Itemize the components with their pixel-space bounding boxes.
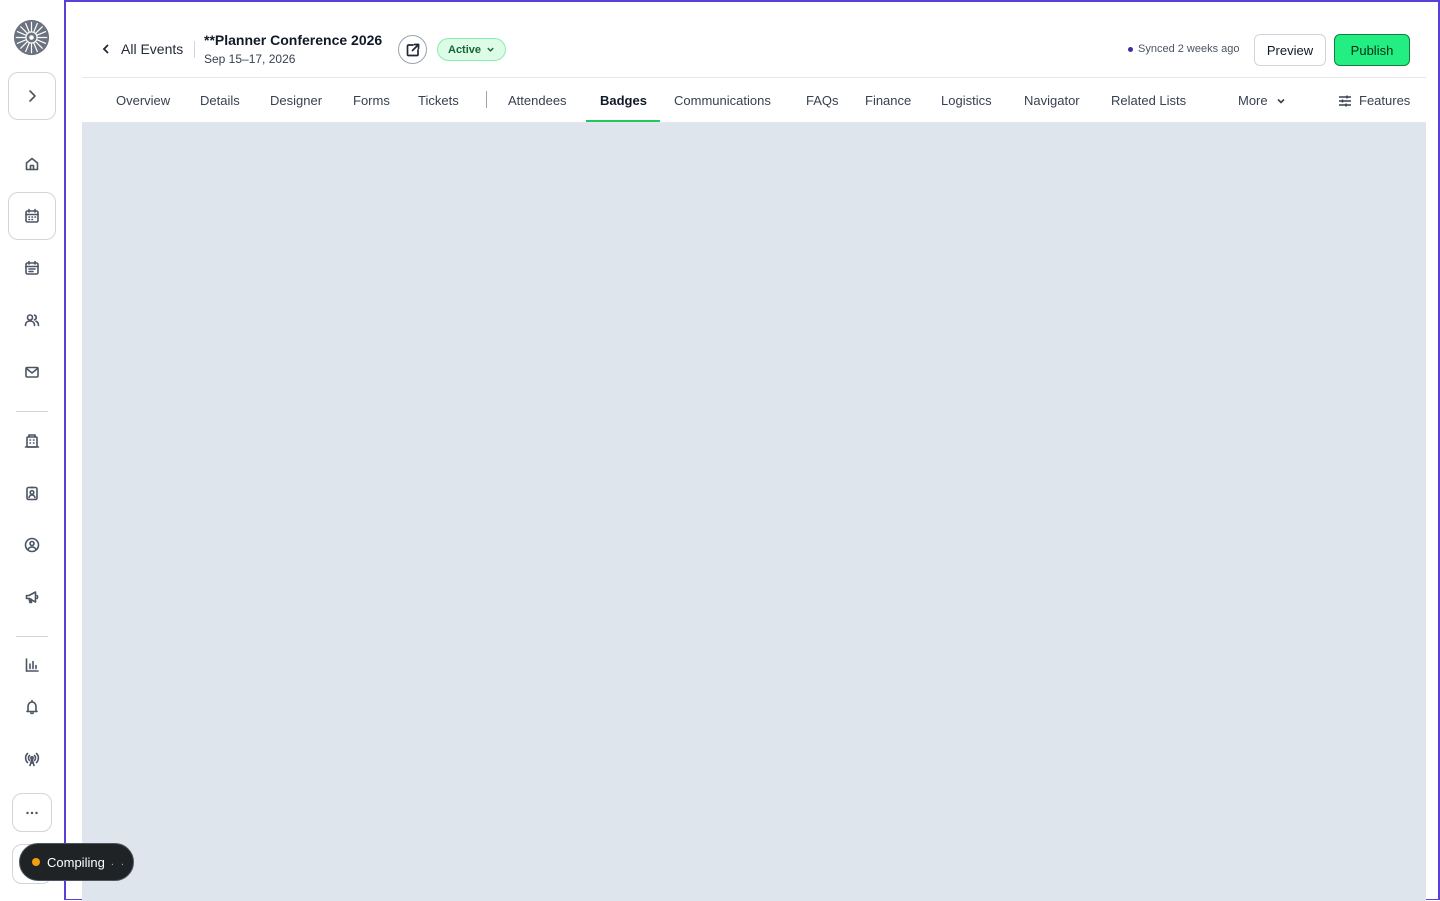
nav-events[interactable]: [8, 192, 56, 240]
left-rail: [0, 0, 64, 900]
nav-venues[interactable]: [8, 417, 56, 465]
tab-designer[interactable]: Designer: [270, 78, 322, 123]
chevron-right-icon: [29, 90, 36, 102]
preview-button[interactable]: Preview: [1254, 34, 1326, 66]
badge-icon: [26, 486, 38, 501]
tab-tickets[interactable]: Tickets: [418, 78, 459, 123]
sync-text: Synced 2 weeks ago: [1138, 43, 1240, 55]
back-label: All Events: [121, 41, 184, 57]
nav-badges[interactable]: [8, 469, 56, 517]
mail-icon: [25, 366, 39, 378]
sliders-icon: [1339, 95, 1351, 106]
publish-button[interactable]: Publish: [1334, 34, 1410, 66]
tab-divider: [486, 91, 487, 108]
nav-notifications[interactable]: [8, 683, 56, 731]
event-header: All Events **Planner Conference 2026 Sep…: [82, 20, 1426, 78]
more-icon: [26, 811, 38, 814]
nav-schedule[interactable]: [8, 244, 56, 292]
bell-icon: [26, 699, 38, 715]
nav-live[interactable]: [8, 735, 56, 783]
tab-overview[interactable]: Overview: [116, 78, 170, 123]
building-icon: [24, 434, 40, 448]
nav-profile[interactable]: [8, 521, 56, 569]
status-dropdown[interactable]: Active: [437, 38, 507, 61]
compiling-ellipsis: . .: [110, 856, 126, 868]
features-button[interactable]: Features: [1337, 78, 1410, 123]
tab-faqs[interactable]: FAQs: [806, 78, 839, 123]
event-tabs: Overview Details Designer Forms Tickets …: [82, 78, 1426, 123]
event-title: **Planner Conference 2026: [204, 32, 383, 48]
header-divider: [194, 41, 195, 58]
tab-navigator[interactable]: Navigator: [1024, 78, 1080, 123]
nav-people[interactable]: [8, 296, 56, 344]
sync-status: Synced 2 weeks ago: [1128, 43, 1240, 55]
rail-divider: [16, 411, 48, 412]
nav-analytics[interactable]: [8, 641, 56, 689]
chevron-down-icon: [487, 47, 494, 52]
compiling-status-toast: Compiling . .: [19, 843, 134, 881]
tab-finance[interactable]: Finance: [865, 78, 911, 123]
calendar-icon: [25, 208, 39, 223]
event-workspace: All Events **Planner Conference 2026 Sep…: [64, 0, 1440, 901]
tab-attendees[interactable]: Attendees: [508, 78, 567, 123]
user-circle-icon: [24, 537, 40, 553]
nav-mail[interactable]: [8, 348, 56, 396]
tab-related-lists[interactable]: Related Lists: [1111, 78, 1186, 123]
home-icon: [25, 157, 39, 171]
tab-logistics[interactable]: Logistics: [941, 78, 992, 123]
broadcast-icon: [24, 752, 40, 767]
sync-dot: [1128, 46, 1133, 52]
megaphone-icon: [25, 591, 39, 604]
chevron-left-icon: [102, 44, 109, 54]
tab-more-label: More: [1238, 93, 1268, 108]
calendar-list-icon: [25, 260, 39, 275]
nav-marketing[interactable]: [8, 573, 56, 621]
open-external-button[interactable]: [398, 35, 427, 64]
app-logo-icon[interactable]: [13, 19, 50, 56]
back-to-events-link[interactable]: All Events: [100, 41, 183, 57]
chevron-down-icon: [1277, 98, 1285, 104]
expand-sidebar-button[interactable]: [8, 72, 56, 120]
compiling-label: Compiling: [47, 854, 105, 870]
compiling-dot: [32, 858, 40, 866]
people-icon: [24, 314, 40, 327]
tab-communications[interactable]: Communications: [674, 78, 771, 123]
rail-divider: [16, 636, 48, 637]
tab-more[interactable]: More: [1238, 78, 1286, 123]
tab-details[interactable]: Details: [200, 78, 240, 123]
badges-content-area: [82, 123, 1426, 901]
features-label: Features: [1359, 93, 1411, 108]
bar-chart-icon: [25, 658, 39, 672]
tab-badges[interactable]: Badges: [600, 78, 647, 123]
status-label: Active: [448, 43, 482, 56]
nav-home[interactable]: [8, 140, 56, 188]
event-dates: Sep 15–17, 2026: [204, 52, 296, 66]
external-link-icon: [406, 43, 419, 56]
tab-forms[interactable]: Forms: [353, 78, 390, 123]
more-options-button[interactable]: [12, 793, 52, 832]
active-tab-indicator: [586, 120, 660, 122]
